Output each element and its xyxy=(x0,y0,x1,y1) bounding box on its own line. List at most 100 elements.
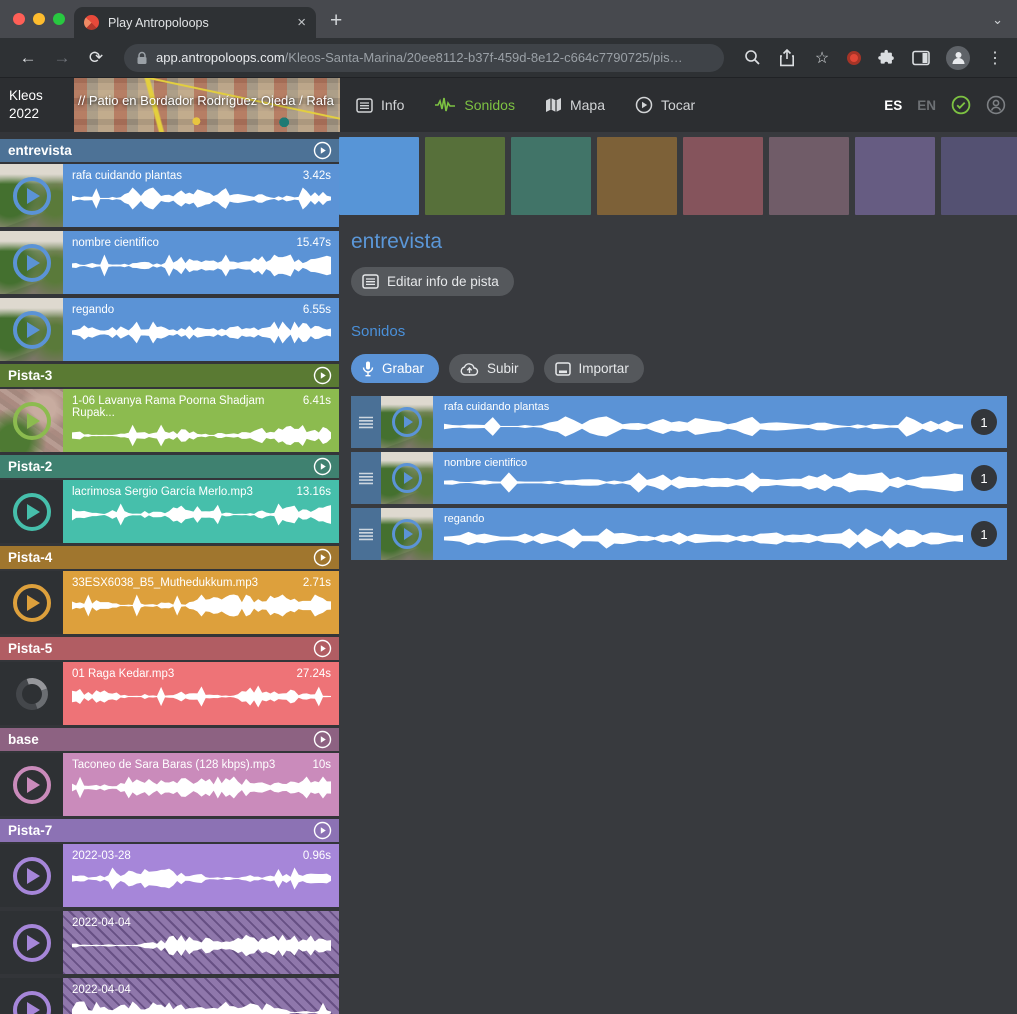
audio-clip[interactable]: 2022-04-04 xyxy=(0,978,339,1014)
map-thumbnail[interactable]: // Patio en Bordador Rodríguez Ojeda / R… xyxy=(74,78,340,132)
track-header[interactable]: Pista-5 xyxy=(0,637,339,660)
sound-thumbnail[interactable] xyxy=(381,452,433,504)
minimize-window-button[interactable] xyxy=(33,13,45,25)
play-track-icon[interactable] xyxy=(313,366,332,385)
clip-play-icon[interactable] xyxy=(13,924,51,962)
track-header[interactable]: Pista-4 xyxy=(0,546,339,569)
saved-check-icon[interactable] xyxy=(951,95,971,115)
track-tile-8[interactable] xyxy=(941,137,1017,215)
upload-button[interactable]: Subir xyxy=(449,354,534,383)
extensions-puzzle-icon[interactable] xyxy=(876,48,896,68)
clip-play-icon[interactable] xyxy=(13,244,51,282)
audio-clip[interactable]: nombre cientifico15.47s xyxy=(0,231,339,294)
clip-thumbnail[interactable] xyxy=(0,389,63,452)
clip-play-icon[interactable] xyxy=(13,766,51,804)
clip-play-icon[interactable] xyxy=(13,857,51,895)
sound-play-icon[interactable] xyxy=(392,463,422,493)
sound-thumbnail[interactable] xyxy=(381,396,433,448)
clip-thumbnail[interactable] xyxy=(0,571,63,634)
audio-clip[interactable]: Taconeo de Sara Baras (128 kbps).mp310s xyxy=(0,753,339,816)
drag-handle[interactable] xyxy=(351,452,381,504)
audio-clip[interactable]: 2022-04-04 xyxy=(0,911,339,974)
clip-play-icon[interactable] xyxy=(13,177,51,215)
sound-thumbnail[interactable] xyxy=(381,508,433,560)
track-tile-7[interactable] xyxy=(855,137,935,215)
side-panel-icon[interactable] xyxy=(911,48,931,68)
sound-play-icon[interactable] xyxy=(392,407,422,437)
account-icon[interactable] xyxy=(986,95,1006,115)
track-header[interactable]: Pista-7 xyxy=(0,819,339,842)
clip-thumbnail[interactable] xyxy=(0,298,63,361)
clip-play-icon[interactable] xyxy=(13,402,51,440)
sound-row[interactable]: regando 1 xyxy=(351,508,1007,560)
recording-extension-icon[interactable] xyxy=(847,51,861,65)
play-track-icon[interactable] xyxy=(313,730,332,749)
track-header[interactable]: Pista-2 xyxy=(0,455,339,478)
share-icon[interactable] xyxy=(777,48,797,68)
clip-thumbnail[interactable] xyxy=(0,662,63,725)
close-tab-icon[interactable]: × xyxy=(297,15,306,30)
play-track-icon[interactable] xyxy=(313,548,332,567)
bookmark-star-icon[interactable]: ☆ xyxy=(812,48,832,68)
drag-handle[interactable] xyxy=(351,508,381,560)
maximize-window-button[interactable] xyxy=(53,13,65,25)
project-brand[interactable]: Kleos 2022 xyxy=(0,78,74,132)
address-bar[interactable]: app.antropoloops.com/Kleos-Santa-Marina/… xyxy=(124,44,724,72)
sound-row[interactable]: nombre cientifico 1 xyxy=(351,452,1007,504)
tab-search-chevron-icon[interactable]: ⌄ xyxy=(992,12,1003,28)
audio-clip[interactable]: regando6.55s xyxy=(0,298,339,361)
clip-thumbnail[interactable] xyxy=(0,753,63,816)
audio-clip[interactable]: 1-06 Lavanya Rama Poorna Shadjam Rupak..… xyxy=(0,389,339,452)
audio-clip[interactable]: 33ESX6038_B5_Muthedukkum.mp32.71s xyxy=(0,571,339,634)
lang-en-toggle[interactable]: EN xyxy=(917,98,936,113)
track-tile-2[interactable] xyxy=(425,137,505,215)
audio-clip[interactable]: rafa cuidando plantas3.42s xyxy=(0,164,339,227)
track-header[interactable]: Pista-3 xyxy=(0,364,339,387)
sound-row[interactable]: rafa cuidando plantas 1 xyxy=(351,396,1007,448)
clip-play-icon[interactable] xyxy=(13,493,51,531)
play-track-icon[interactable] xyxy=(313,639,332,658)
tab-info[interactable]: Info xyxy=(356,97,404,113)
audio-clip[interactable]: lacrimosa Sergio García Merlo.mp313.16s xyxy=(0,480,339,543)
zoom-icon[interactable] xyxy=(742,48,762,68)
track-header[interactable]: entrevista xyxy=(0,139,339,162)
clip-thumbnail[interactable] xyxy=(0,844,63,907)
forward-button[interactable]: → xyxy=(48,48,76,68)
tab-play[interactable]: Tocar xyxy=(635,96,695,114)
reload-button[interactable]: ⟳ xyxy=(82,48,110,68)
browser-menu-kebab-icon[interactable]: ⋮ xyxy=(985,48,1005,68)
clip-thumbnail[interactable] xyxy=(0,480,63,543)
clip-thumbnail[interactable] xyxy=(0,164,63,227)
play-track-icon[interactable] xyxy=(313,141,332,160)
back-button[interactable]: ← xyxy=(14,48,42,68)
browser-tab[interactable]: Play Antropoloops × xyxy=(74,7,316,38)
profile-avatar-icon[interactable] xyxy=(946,46,970,70)
sound-play-icon[interactable] xyxy=(392,519,422,549)
import-button[interactable]: Importar xyxy=(544,354,644,383)
tab-sounds[interactable]: Sonidos xyxy=(434,97,515,113)
track-header[interactable]: base xyxy=(0,728,339,751)
play-track-icon[interactable] xyxy=(313,457,332,476)
new-tab-button[interactable]: + xyxy=(330,9,342,38)
clip-play-icon[interactable] xyxy=(13,584,51,622)
track-tile-6[interactable] xyxy=(769,137,849,215)
clip-play-icon[interactable] xyxy=(13,991,51,1014)
record-button[interactable]: Grabar xyxy=(351,354,439,383)
lang-es-toggle[interactable]: ES xyxy=(884,98,902,113)
drag-handle[interactable] xyxy=(351,396,381,448)
clip-thumbnail[interactable] xyxy=(0,978,63,1014)
clip-play-icon[interactable] xyxy=(13,311,51,349)
clip-thumbnail[interactable] xyxy=(0,231,63,294)
track-tile-3[interactable] xyxy=(511,137,591,215)
edit-track-info-button[interactable]: Editar info de pista xyxy=(351,267,514,296)
audio-clip[interactable]: 01 Raga Kedar.mp327.24s xyxy=(0,662,339,725)
audio-clip[interactable]: 2022-03-280.96s xyxy=(0,844,339,907)
tab-strip: Play Antropoloops × + ⌄ xyxy=(0,0,1017,38)
track-tile-1[interactable] xyxy=(339,137,419,215)
clip-thumbnail[interactable] xyxy=(0,911,63,974)
tab-map[interactable]: Mapa xyxy=(545,97,605,113)
close-window-button[interactable] xyxy=(13,13,25,25)
track-tile-4[interactable] xyxy=(597,137,677,215)
track-tile-5[interactable] xyxy=(683,137,763,215)
play-track-icon[interactable] xyxy=(313,821,332,840)
